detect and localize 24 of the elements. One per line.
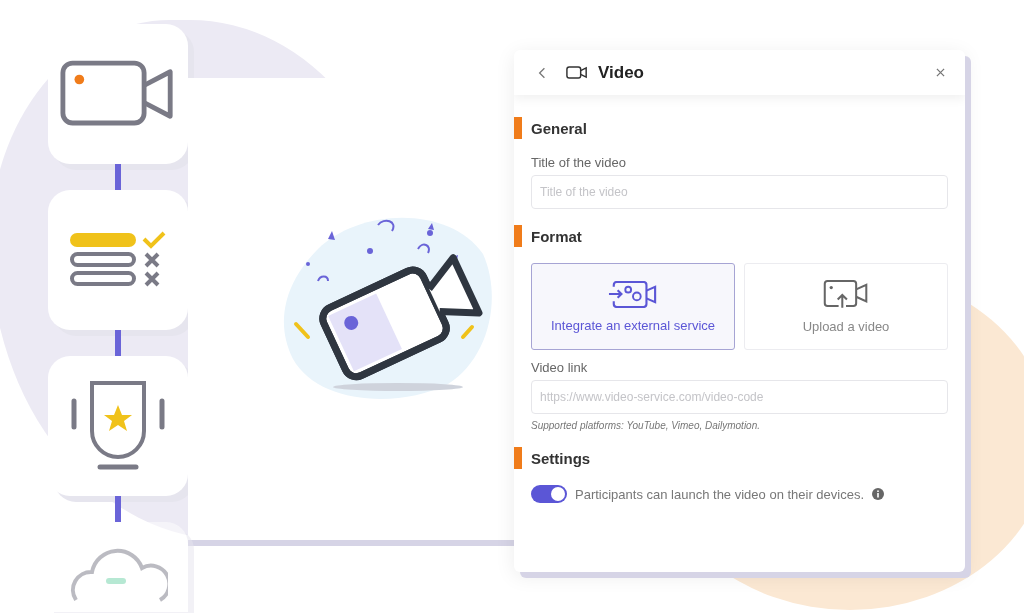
section-heading: General: [531, 119, 587, 137]
info-icon[interactable]: [872, 488, 885, 500]
toggle-switch[interactable]: [531, 485, 567, 503]
field-hint: Supported platforms: YouTube, Vimeo, Dailymotion.: [531, 420, 761, 431]
video-camera-icon: [566, 66, 588, 79]
input-field[interactable]: Title of the video: [531, 175, 948, 209]
chevron-left-icon: [538, 66, 546, 79]
trophy-star-icon: [70, 381, 166, 471]
format-option[interactable]: Upload a video: [744, 263, 948, 350]
input-field[interactable]: https://www.video-service.com/video-code: [531, 380, 948, 414]
toggle-label: Participants can launch the video on their devices.: [575, 486, 865, 502]
video-camera-icon: [60, 60, 176, 128]
section-accent-bar: [514, 447, 522, 469]
close-icon: [936, 68, 945, 77]
section-heading: Format: [531, 227, 582, 245]
section-accent-bar: [514, 225, 522, 247]
format-option[interactable]: Integrate an external service: [531, 263, 735, 350]
field-label: Title of the video: [531, 155, 627, 170]
panel-title: Video: [598, 62, 644, 83]
field-label: Video link: [531, 360, 589, 375]
section-heading: Settings: [531, 449, 591, 467]
section-accent-bar: [514, 117, 522, 139]
camera-upload-icon: [822, 279, 870, 309]
camera-gears-icon: [608, 280, 658, 308]
